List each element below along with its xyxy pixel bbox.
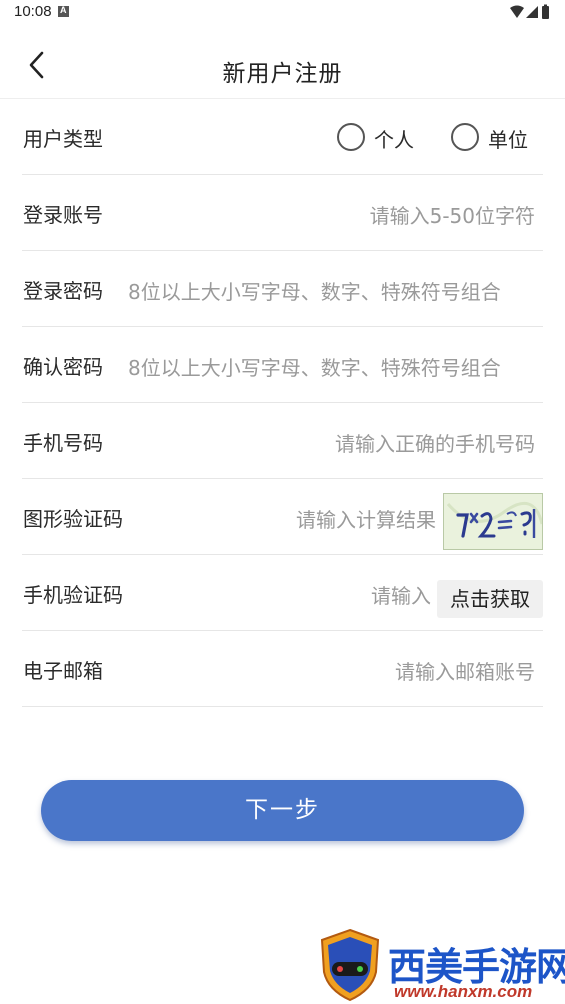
captcha-row: 图形验证码 请输入计算结果 xyxy=(22,479,543,555)
phone-label: 手机号码 xyxy=(23,431,103,455)
sms-code-row: 手机验证码 请输入 点击获取 xyxy=(22,555,543,631)
email-input[interactable]: 请输入邮箱账号 xyxy=(395,656,535,685)
battery-icon xyxy=(542,4,549,19)
radio-personal-label: 个人 xyxy=(374,128,414,152)
confirm-password-label: 确认密码 xyxy=(23,355,103,379)
radio-personal[interactable]: 个人 xyxy=(337,123,422,152)
captcha-image[interactable] xyxy=(443,493,543,550)
notification-icon xyxy=(58,5,69,17)
account-input[interactable]: 请输入5-50位字符 xyxy=(370,200,535,229)
user-type-row: 用户类型 个人 单位 xyxy=(22,99,543,175)
phone-row: 手机号码 请输入正确的手机号码 xyxy=(22,403,543,479)
radio-circle-icon xyxy=(451,123,479,151)
next-step-button[interactable]: 下一步 xyxy=(41,780,524,841)
status-time: 10:08 xyxy=(14,3,52,20)
watermark-logo-icon xyxy=(320,928,380,1002)
phone-input[interactable]: 请输入正确的手机号码 xyxy=(335,428,535,457)
captcha-graphic xyxy=(446,501,542,538)
account-row: 登录账号 请输入5-50位字符 xyxy=(22,175,543,251)
get-sms-code-button[interactable]: 点击获取 xyxy=(437,580,543,618)
password-label: 登录密码 xyxy=(23,279,103,303)
captcha-label: 图形验证码 xyxy=(23,507,123,531)
radio-organization-label: 单位 xyxy=(488,128,528,152)
email-row: 电子邮箱 请输入邮箱账号 xyxy=(22,631,543,707)
password-input[interactable]: 8位以上大小写字母、数字、特殊符号组合 xyxy=(128,276,536,305)
radio-circle-icon xyxy=(337,123,365,151)
watermark-url: www.hanxm.com xyxy=(394,982,533,1001)
user-type-label: 用户类型 xyxy=(23,127,103,151)
status-bar: 10:08 xyxy=(0,0,565,28)
account-label: 登录账号 xyxy=(23,203,103,227)
wifi-icon xyxy=(510,5,524,18)
signal-icon xyxy=(526,6,538,18)
page-title: 新用户注册 xyxy=(222,61,343,87)
password-row: 登录密码 8位以上大小写字母、数字、特殊符号组合 xyxy=(22,251,543,327)
registration-form: 用户类型 个人 单位 登录账号 请输入5-50位字符 登录密码 8位以上大小写字… xyxy=(22,99,543,707)
app-header: 新用户注册 xyxy=(0,28,565,99)
sms-code-label: 手机验证码 xyxy=(23,583,123,607)
sms-code-input[interactable]: 请输入 xyxy=(371,580,431,609)
email-label: 电子邮箱 xyxy=(23,659,103,683)
radio-organization[interactable]: 单位 xyxy=(451,123,541,152)
captcha-input[interactable]: 请输入计算结果 xyxy=(296,504,436,533)
status-icons xyxy=(510,4,549,19)
confirm-password-row: 确认密码 8位以上大小写字母、数字、特殊符号组合 xyxy=(22,327,543,403)
confirm-password-input[interactable]: 8位以上大小写字母、数字、特殊符号组合 xyxy=(128,352,536,381)
